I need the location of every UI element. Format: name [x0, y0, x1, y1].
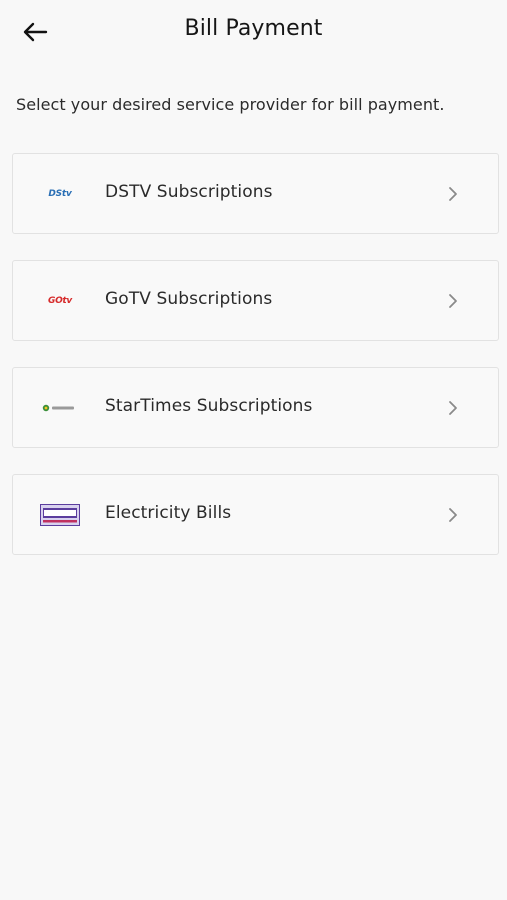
instruction-text: Select your desired service provider for… [16, 95, 445, 114]
app-header: Bill Payment [0, 0, 507, 64]
chevron-right-icon [446, 397, 460, 419]
gotv-logo: GOtv [39, 289, 81, 313]
startimes-logo [39, 396, 81, 420]
page-title: Bill Payment [184, 16, 323, 41]
gotv-logo-text: GOtv [47, 296, 72, 306]
provider-item-startimes[interactable]: StarTimes Subscriptions [12, 367, 499, 448]
chevron-right-icon [446, 504, 460, 526]
provider-label: GoTV Subscriptions [105, 289, 273, 309]
provider-label: DSTV Subscriptions [105, 182, 273, 202]
bill-payment-screen: Bill Payment Select your desired service… [0, 0, 507, 900]
dstv-logo: DStv [39, 182, 81, 206]
provider-label: StarTimes Subscriptions [105, 396, 313, 416]
provider-list: DStv DSTV Subscriptions GOtv GoTV Subscr… [12, 153, 499, 581]
ekedc-logo [39, 503, 81, 527]
chevron-right-icon [446, 183, 460, 205]
provider-label: Electricity Bills [105, 503, 232, 523]
provider-item-electricity[interactable]: Electricity Bills [12, 474, 499, 555]
chevron-right-icon [446, 290, 460, 312]
provider-item-dstv[interactable]: DStv DSTV Subscriptions [12, 153, 499, 234]
dstv-logo-text: DStv [48, 189, 72, 199]
provider-item-gotv[interactable]: GOtv GoTV Subscriptions [12, 260, 499, 341]
